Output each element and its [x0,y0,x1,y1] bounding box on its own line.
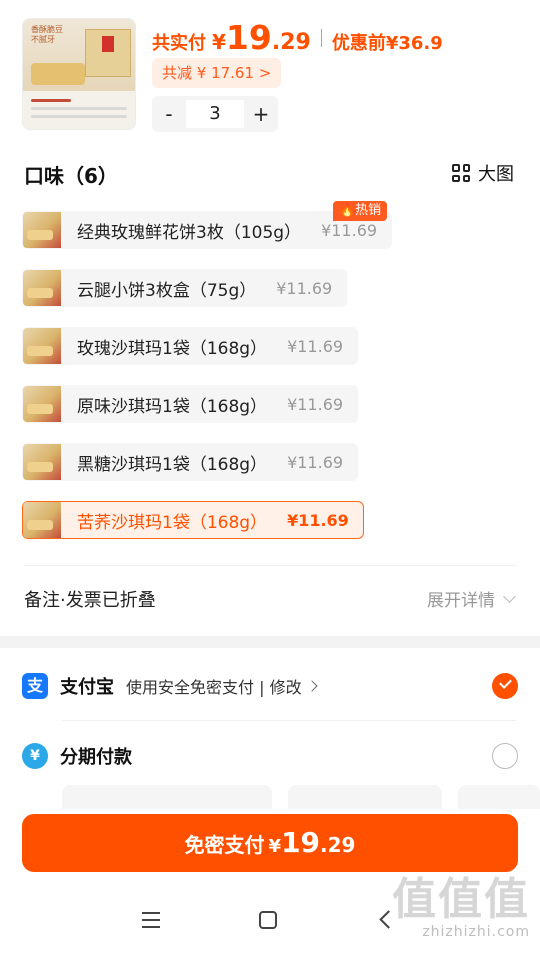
divider [62,720,516,721]
flavor-thumbnail [23,270,61,306]
flavor-option-name: 经典玫瑰鲜花饼3枚（105g） [77,222,302,243]
watermark-logo: 值值值 [392,874,530,925]
installment-icon: ¥ [22,743,48,769]
product-label-lines [31,99,127,123]
chevron-right-icon [305,680,318,692]
discount-button[interactable]: 共减 ¥ 17.61 > [152,58,282,88]
pay-button-amount-dec: .29 [320,833,356,857]
watermark-url: zhizhizhi.com [422,924,530,940]
pay-button[interactable]: 免密支付 ¥ 19 .29 [22,814,518,872]
decrease-button[interactable]: - [152,96,186,132]
price-separator [320,29,322,47]
product-box-graphic [85,29,131,77]
flavor-option-name: 玫瑰沙琪玛1袋（168g） [77,338,268,359]
home-icon[interactable] [259,911,277,929]
radio-unchecked-icon[interactable] [492,743,518,769]
pay-button-amount-int: 19 [281,826,321,859]
quantity-value[interactable]: 3 [186,100,244,128]
quantity-stepper: - 3 + [152,96,278,132]
flavor-option-price: ¥11.69 [276,278,333,298]
product-cake-graphic [31,63,85,85]
flavor-option-name: 原味沙琪玛1袋（168g） [77,396,268,417]
total-paid-line: 共实付 ¥ 19 .29 优惠前 ¥36.9 [152,18,443,58]
paid-amount-int: 19 [225,18,272,57]
alipay-option[interactable]: 支 支付宝 使用安全免密支付 | 修改 [22,666,518,706]
paid-label: 共实付 [152,33,206,54]
menu-icon[interactable] [142,912,160,933]
alipay-name: 支付宝 [60,677,114,698]
paid-amount-dec: .29 [271,30,311,55]
big-view-label: 大图 [478,164,514,185]
remark-invoice-label: 备注·发票已折叠 [24,590,156,611]
checked-icon[interactable] [492,673,518,699]
flavor-option-name: 苦荞沙琪玛1袋（168g） [77,512,268,533]
flavor-option-price: ¥11.69 [287,452,344,472]
flavor-option-price: ¥11.69 [321,220,378,240]
flavor-option-price: ¥11.69 [287,394,344,414]
grid-icon [452,164,470,182]
flavor-option[interactable]: 玫瑰沙琪玛1袋（168g） ¥11.69 [22,327,359,365]
watermark: 值值值 zhizhizhi.com [392,874,530,941]
flavor-option-price: ¥11.69 [287,336,344,356]
pay-button-currency: ¥ [268,836,282,857]
flavor-thumbnail [23,386,61,422]
installment-option[interactable]: ¥ 分期付款 [22,736,518,776]
flavor-thumbnail [23,328,61,364]
alipay-icon: 支 [22,673,48,699]
original-label: 优惠前 [331,33,386,54]
big-view-button[interactable]: 大图 [452,160,514,186]
alipay-desc[interactable]: 使用安全免密支付 | 修改 [126,674,302,698]
chevron-down-icon [503,589,516,603]
hot-badge: 🔥热销 [333,201,388,221]
installment-plan-card[interactable] [288,785,442,809]
flavor-option[interactable]: 黑糖沙琪玛1袋（168g） ¥11.69 [22,443,359,481]
product-image-tag: 香酥脆豆 不腻牙 [31,25,63,44]
flavor-thumbnail [23,444,61,480]
original-price: ¥36.9 [385,33,443,54]
flavor-option-selected[interactable]: 苦荞沙琪玛1袋（168g） ¥11.69 [22,501,364,539]
divider [24,565,516,566]
flavor-thumbnail [23,502,61,538]
flavor-option-name: 云腿小饼3枚盒（75g） [77,280,257,301]
product-thumbnail: 香酥脆豆 不腻牙 [22,18,136,130]
installment-plan-card[interactable] [62,785,272,809]
flavor-option[interactable]: 原味沙琪玛1袋（168g） ¥11.69 [22,385,359,423]
pay-button-label: 免密支付 [184,833,265,857]
installment-plan-card[interactable] [458,785,540,809]
increase-button[interactable]: + [244,96,278,132]
flavor-option[interactable]: 云腿小饼3枚盒（75g） ¥11.69 [22,269,348,307]
flavor-option-name: 黑糖沙琪玛1袋（168g） [77,454,268,475]
flavor-title: 口味（6） [24,164,118,188]
section-gap [0,636,540,648]
paid-currency: ¥ [212,30,226,54]
expand-details-button[interactable]: 展开详情 [427,586,516,611]
installment-name: 分期付款 [60,747,132,768]
flavor-option-price: ¥11.69 [287,510,349,530]
expand-details-label: 展开详情 [427,591,495,611]
flavor-thumbnail [23,212,61,248]
